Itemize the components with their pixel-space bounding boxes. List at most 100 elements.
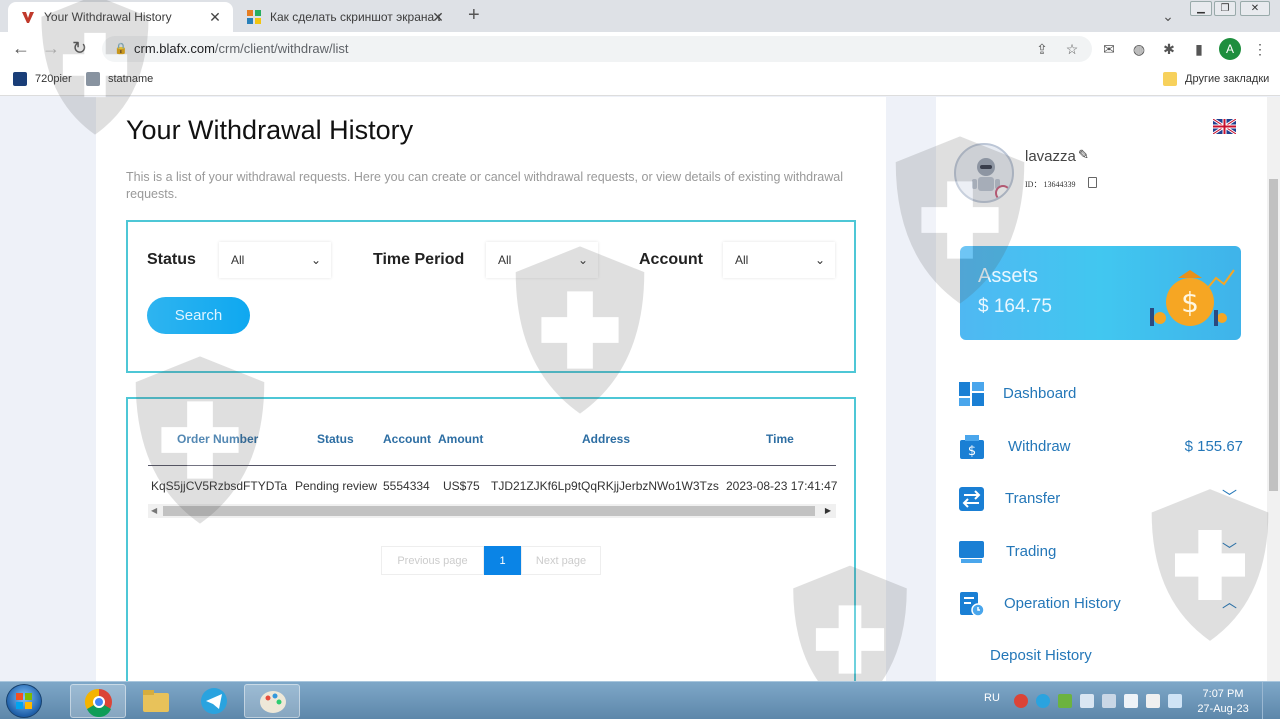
side-panel-icon[interactable]: ▮ [1191,41,1207,57]
show-desktop-button[interactable] [1262,682,1280,719]
scroll-left-icon[interactable]: ◀ [151,504,157,518]
svg-text:$: $ [1181,286,1199,319]
chevron-down-icon: ⌄ [814,253,825,267]
share-icon[interactable]: ⇪ [1034,41,1050,57]
edit-pencil-icon[interactable]: ✎ [1078,147,1089,163]
filter-panel: Status All ⌄ Time Period All ⌄ Account A… [126,220,856,373]
cell-time: 2023-08-23 17:41:47 [726,479,838,493]
previous-page-button[interactable]: Previous page [381,546,484,575]
close-tab-icon[interactable]: ✕ [430,9,446,26]
taskbar-telegram[interactable] [186,684,242,718]
telegram-icon [201,688,227,714]
chevron-down-icon: ⌄ [577,253,588,267]
page-vertical-scrollbar[interactable] [1267,97,1280,681]
sidebar-item-transfer[interactable]: Transfer ﹀ [958,486,1243,514]
extensions-puzzle-icon[interactable]: ✱ [1161,41,1177,57]
720pier-favicon-icon [13,72,27,86]
back-arrow-icon[interactable]: ← [12,39,30,57]
reload-icon[interactable]: ↻ [72,39,87,57]
tray-chrome-icon[interactable] [1014,694,1028,708]
tab-title: Как сделать скриншот экрана в [270,10,440,24]
cell-status: Pending review [295,479,378,493]
transfer-icon [959,487,984,511]
bookmark-720pier[interactable]: 720pier [13,72,72,86]
tray-volume-icon[interactable] [1124,694,1138,708]
tab-withdrawal-history[interactable]: Your Withdrawal History ✕ [8,2,233,32]
menu-kebab-icon[interactable]: ⋮ [1252,41,1268,57]
column-header-order-number: Order Number [177,432,259,446]
forward-arrow-icon[interactable]: → [42,39,60,57]
withdrawable-balance: $ 155.67 [1184,438,1243,455]
scroll-right-icon[interactable]: ▶ [825,504,831,518]
cell-amount: US$75 [443,479,480,493]
table-horizontal-scrollbar[interactable]: ◀ ▶ [148,504,836,518]
chevron-down-icon: ﹀ [1221,489,1237,506]
sidebar-item-withdraw[interactable]: $ Withdraw $ 155.67 [958,434,1243,462]
taskbar-chrome[interactable] [70,684,126,718]
browser-tab-bar: Your Withdrawal History ✕ Как сделать ск… [0,0,1280,32]
page-title: Your Withdrawal History [126,115,414,145]
lock-icon: 🔒 [114,43,128,55]
clock-date: 27-Aug-23 [1197,703,1249,715]
column-header-status: Status [317,432,354,446]
next-page-button[interactable]: Next page [521,546,601,575]
language-indicator[interactable]: RU [984,692,1000,704]
browser-toolbar: ← → ↻ 🔒 crm.blafx.com/crm/client/withdra… [0,32,1280,66]
uk-flag-icon[interactable] [1213,119,1236,134]
column-header-time: Time [766,432,794,446]
mail-extension-icon[interactable]: ✉ [1101,41,1117,57]
dashboard-icon [959,382,984,406]
sidebar-item-label: Withdraw [1008,438,1071,455]
new-tab-plus-icon[interactable]: + [468,5,480,25]
tray-app-icon[interactable] [1058,694,1072,708]
tray-signal-icon[interactable] [1102,694,1116,708]
username: lavazza [1025,148,1076,165]
tab-screenshot-article[interactable]: Как сделать скриншот экрана в ✕ [234,2,456,32]
address-bar[interactable]: 🔒 crm.blafx.com/crm/client/withdraw/list [102,36,1092,62]
status-select[interactable]: All ⌄ [219,242,331,278]
bookmark-other-folder[interactable]: Другие закладки [1163,72,1269,86]
windows-logo-icon [16,693,32,709]
sidebar-item-dashboard[interactable]: Dashboard [958,381,1243,409]
tray-telegram-icon[interactable] [1036,694,1050,708]
clock[interactable]: 7:07 PM 27-Aug-23 [1196,687,1250,717]
taskbar-explorer[interactable] [128,684,184,718]
sidebar-subitem-deposit-history[interactable]: Deposit History [990,647,1092,664]
maximize-icon[interactable]: ❐ [1214,1,1236,16]
account-select[interactable]: All ⌄ [723,242,835,278]
cell-account: 5554334 [383,479,430,493]
account-sidebar: lavazza ✎ ID： 13644339 Assets $ 164.75 $… [936,97,1267,681]
cell-address: TJD21ZJKf6Lp9tQqRKjjJerbzNWo1W3Tzs [491,479,719,493]
tray-network-icon[interactable] [1080,694,1094,708]
copy-icon[interactable] [1088,177,1097,188]
bookmarks-bar: 720pier statname Другие закладки [0,66,1280,96]
start-button[interactable] [6,684,42,718]
bookmark-statname[interactable]: statname [86,72,153,86]
time-period-select-value: All [498,253,512,267]
clock-time: 7:07 PM [1202,688,1244,700]
minimize-icon[interactable]: ▁ [1190,1,1212,16]
sidebar-item-operation-history[interactable]: Operation History ︿ [958,591,1243,619]
window-close-icon[interactable]: ✕ [1240,1,1270,16]
paint-palette-icon [260,691,286,713]
bookmark-star-icon[interactable]: ☆ [1064,41,1080,57]
scrollbar-thumb[interactable] [1269,179,1278,491]
scrollbar-thumb[interactable] [163,506,815,516]
time-period-select[interactable]: All ⌄ [486,242,598,278]
globe-extension-icon[interactable]: ◍ [1131,41,1147,57]
account-select-value: All [735,253,749,267]
tab-search-chevron-icon[interactable]: ⌄ [1160,8,1176,24]
chevron-down-icon: ⌄ [310,253,321,267]
tray-device-icon[interactable] [1168,694,1182,708]
taskbar-paint[interactable] [244,684,300,718]
profile-avatar[interactable]: A [1219,38,1241,60]
tray-flag-icon[interactable] [1146,694,1160,708]
svg-text:$: $ [968,444,976,459]
close-tab-icon[interactable]: ✕ [207,9,223,26]
page-1-button[interactable]: 1 [484,546,521,575]
assets-value: $ 164.75 [978,296,1052,317]
sidebar-item-trading[interactable]: Trading ﹀ [958,539,1243,567]
avatar[interactable] [954,143,1014,203]
search-button[interactable]: Search [147,297,250,334]
monitor-icon [959,541,984,563]
